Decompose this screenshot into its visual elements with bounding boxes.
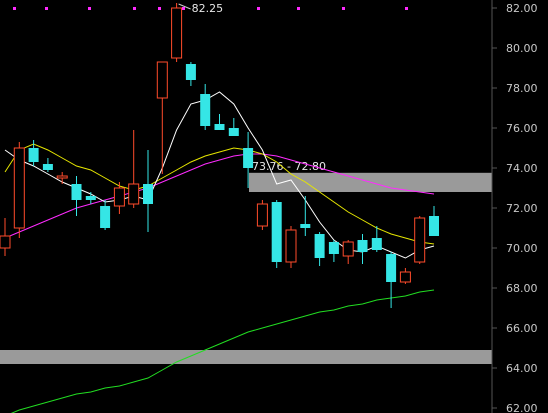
candle-body-20 [271,202,282,262]
candle-body-28 [386,254,397,282]
candle-body-3 [28,148,39,162]
candle-body-16 [214,124,225,130]
candle-body-7 [85,196,96,200]
candle-body-9 [113,187,125,207]
candle-body-21 [285,229,297,263]
y-tick-label-8: 68.00 [506,282,538,295]
resistance-zone-2 [0,350,492,364]
candle-body-6 [71,184,82,200]
y-tick-label-1: 82.00 [506,2,538,15]
candle-body-17 [228,128,239,136]
top-marker-7 [257,7,260,10]
candle-body-31 [429,216,439,236]
candle-body-15 [200,94,211,126]
candle-body-14 [185,64,196,80]
candle-body-27 [371,238,382,250]
top-marker-4 [133,7,136,10]
candle-body-23 [314,234,325,258]
candle-body-19 [256,203,268,227]
candle-body-8 [100,206,111,228]
y-tick-label-6: 72.00 [506,202,538,215]
candle-body-24 [328,242,339,254]
y-tick-label-7: 70.00 [506,242,538,255]
candle-body-30 [414,217,426,263]
candle-body-29 [399,271,411,283]
top-marker-3 [88,7,91,10]
candle-body-4 [42,164,53,170]
candlestick-chart: 73.76 - 72.80 82.25 82.00 80.00 78.00 76.00 74… [0,0,548,413]
top-marker-8 [297,7,300,10]
top-marker-2 [45,7,48,10]
y-tick-label-9: 66.00 [506,322,538,335]
candle-body-11 [143,184,153,204]
y-tick-label-4: 76.00 [506,122,538,135]
candle-body-26 [357,240,368,252]
candle-body-22 [300,224,311,228]
y-tick-label-2: 80.00 [506,42,538,55]
high-annotation: 82.25 [192,2,224,15]
candle-body-5 [56,175,68,179]
top-marker-1 [13,7,16,10]
y-tick-label-11: 62.00 [506,402,538,413]
top-marker-9 [342,7,345,10]
y-tick-label-3: 78.00 [506,82,538,95]
chart-canvas: 73.76 - 72.8082.25 82.0080.0078.0076.0074… [0,0,548,413]
top-marker-6 [182,7,185,10]
candle-body-1 [0,235,11,249]
y-tick-label-10: 64.00 [506,362,538,375]
candle-body-10 [128,183,140,205]
candle-body-18 [243,148,254,168]
top-marker-10 [405,7,408,10]
y-tick-label-5: 74.00 [506,162,538,175]
candle-body-13 [171,7,183,59]
top-marker-5 [158,7,161,10]
candle-body-25 [342,241,354,257]
candle-body-2 [13,147,25,229]
candle-body-12 [156,61,168,99]
